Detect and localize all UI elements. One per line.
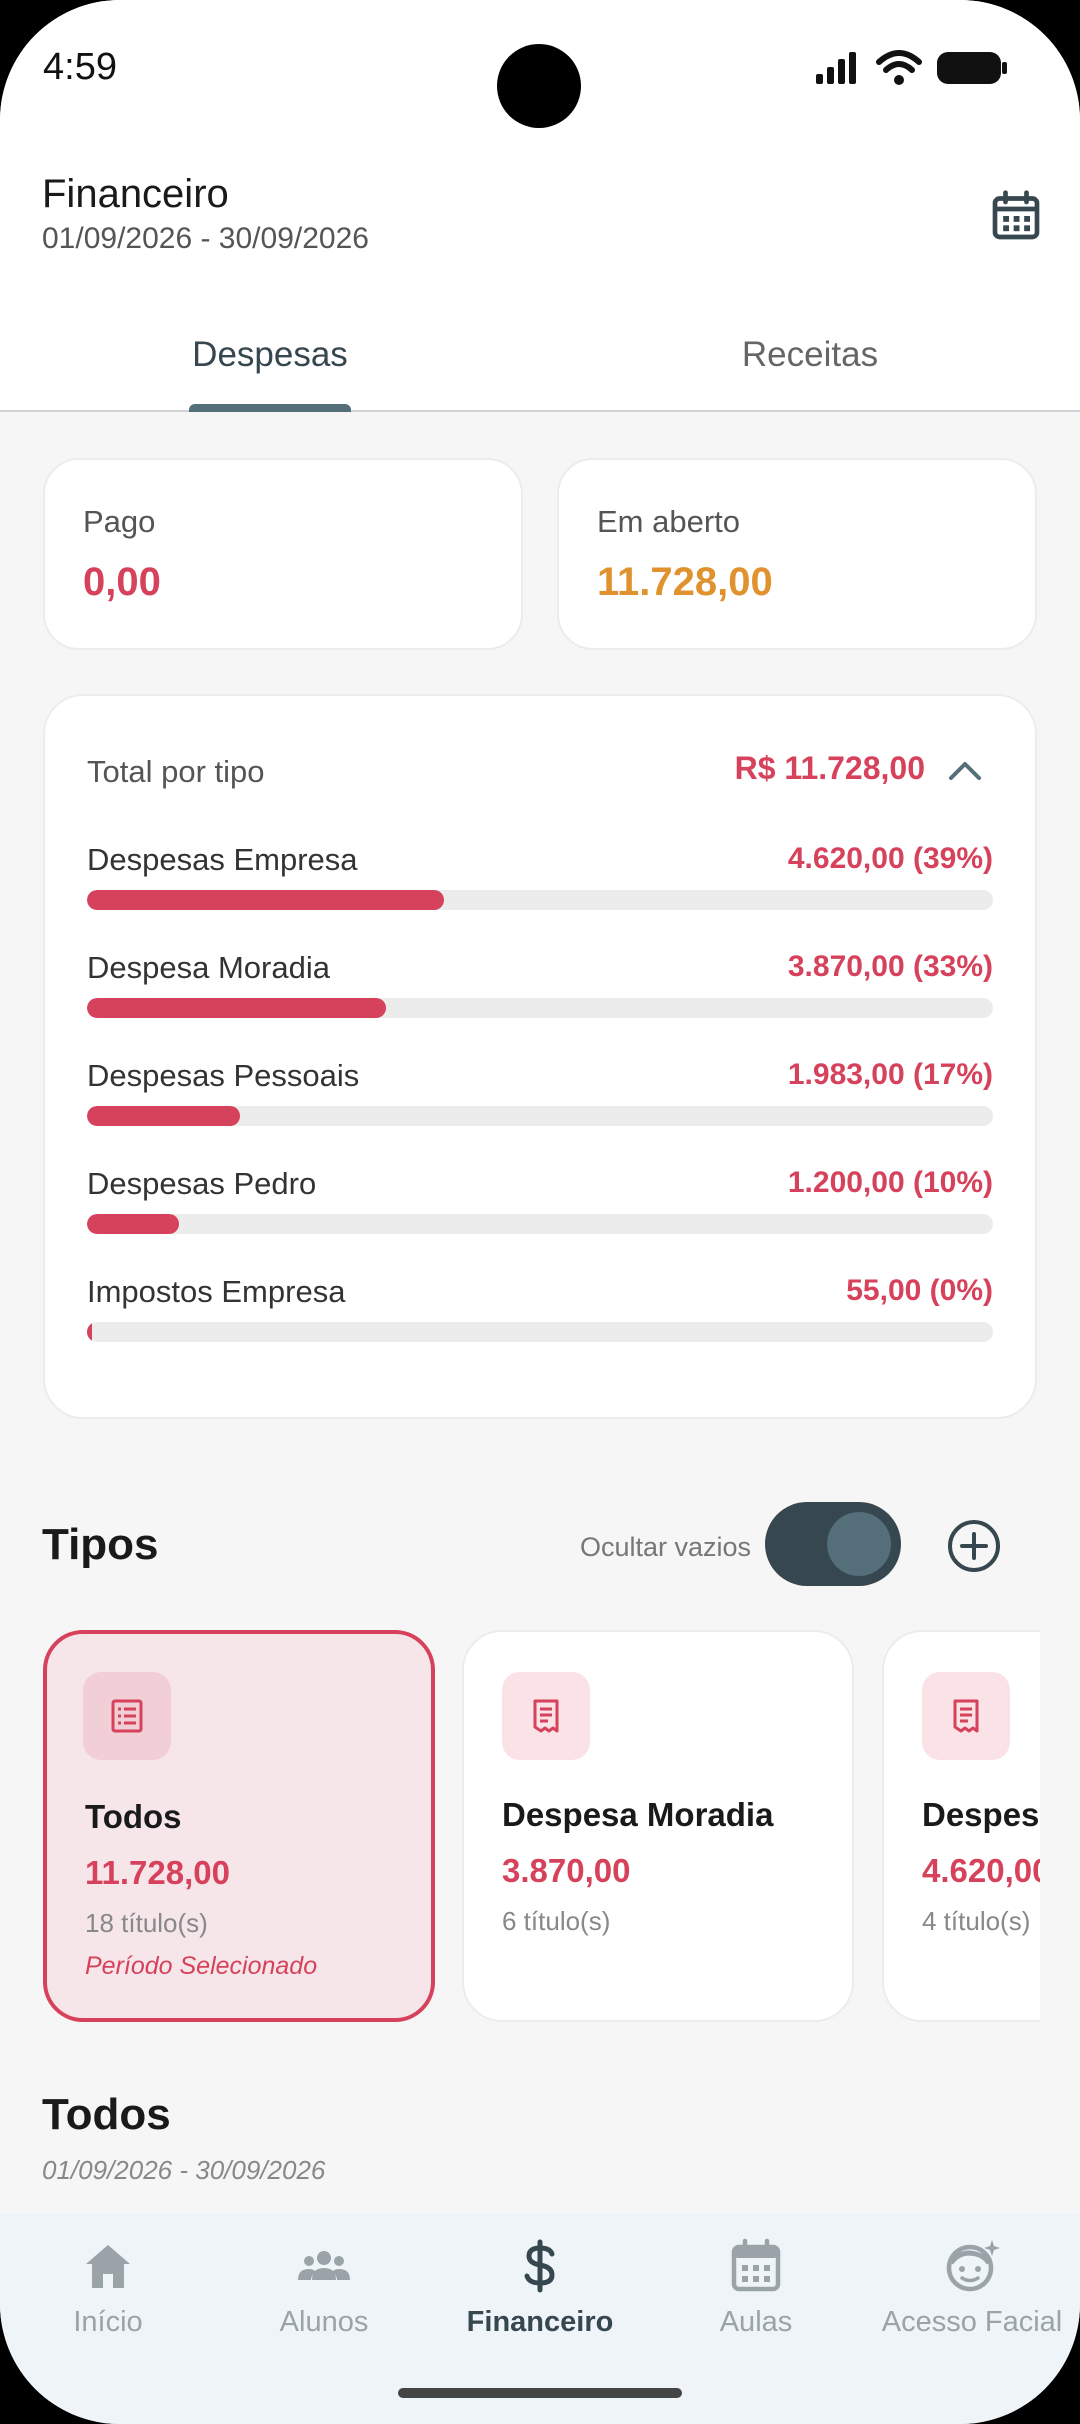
type-row-progress-track	[87, 1214, 993, 1234]
type-row-name: Despesa Moradia	[87, 950, 330, 985]
nav-item-aulas[interactable]: Aulas	[648, 2236, 864, 2356]
type-row-name: Despesas Pessoais	[87, 1058, 360, 1093]
type-row-progress-track	[87, 1322, 993, 1342]
paid-value: 0,00	[83, 560, 161, 604]
type-row-amount: 3.870,00 (33%)	[787, 950, 993, 983]
people-icon	[298, 2251, 350, 2280]
tipo-card-count: 6 título(s)	[502, 1906, 611, 1936]
status-bar: 4:59	[0, 0, 1080, 150]
tab-indicator	[189, 404, 351, 412]
home-icon	[86, 2245, 130, 2288]
tipo-card-name: Despesa Moradia	[502, 1796, 774, 1833]
nav-label: Acesso Facial	[881, 2306, 1063, 2338]
tipo-card-despesa-moradia[interactable]: Despesa Moradia 3.870,00 6 título(s)	[462, 1630, 854, 2022]
tipo-card-count: 4 título(s)	[922, 1906, 1031, 1936]
total-by-type-label: Total por tipo	[87, 754, 265, 789]
nav-label: Alunos	[279, 2306, 369, 2338]
paid-label: Pago	[83, 504, 156, 539]
type-row-progress-fill	[87, 1106, 240, 1126]
type-row: Despesas Pedro 1.200,00 (10%)	[87, 1166, 993, 1256]
todos-section-title: Todos	[42, 2090, 171, 2139]
type-row: Impostos Empresa 55,00 (0%)	[87, 1274, 993, 1364]
battery-icon	[937, 52, 1007, 84]
tipo-card-count: 18 título(s)	[85, 1908, 208, 1938]
type-row: Despesas Pessoais 1.983,00 (17%)	[87, 1058, 993, 1148]
nav-label: Financeiro	[466, 2306, 614, 2338]
type-row: Despesa Moradia 3.870,00 (33%)	[87, 950, 993, 1040]
type-row-amount: 1.200,00 (10%)	[787, 1166, 993, 1199]
tipo-card-todos[interactable]: Todos 11.728,00 18 título(s) Período Sel…	[43, 1630, 435, 2022]
type-row-amount: 55,00 (0%)	[846, 1274, 993, 1307]
type-row-name: Impostos Empresa	[87, 1274, 346, 1309]
nav-label: Início	[73, 2306, 143, 2338]
tipos-title: Tipos	[42, 1520, 159, 1569]
open-label: Em aberto	[597, 504, 741, 539]
nav-item-acesso-facial[interactable]: Acesso Facial	[864, 2236, 1080, 2356]
face-icon	[946, 2240, 1000, 2292]
calendar-icon[interactable]	[988, 188, 1044, 244]
tab-bar: Despesas Receitas	[0, 300, 1080, 412]
type-row-name: Despesas Empresa	[87, 842, 358, 877]
camera-cutout	[497, 44, 581, 128]
tab-despesas[interactable]: Despesas	[0, 300, 540, 412]
total-by-type-card: Total por tipo R$ 11.728,00 Despesas Emp…	[43, 694, 1037, 1419]
type-row-amount: 1.983,00 (17%)	[787, 1058, 993, 1091]
type-row-progress-fill	[87, 1214, 179, 1234]
type-row-amount: 4.620,00 (39%)	[787, 842, 993, 875]
type-row-progress-track	[87, 1106, 993, 1126]
page-title: Financeiro	[42, 172, 229, 216]
tipo-card-despesas-empresa[interactable]: Despesas Empresa 4.620,00 4 título(s)	[882, 1630, 1040, 2022]
type-row-progress-track	[87, 890, 993, 910]
paid-card: Pago 0,00	[43, 458, 523, 650]
tipo-card-value: 11.728,00	[85, 1854, 230, 1891]
tipo-card-value: 3.870,00	[502, 1852, 631, 1889]
todos-section-period: 01/09/2026 - 30/09/2026	[42, 2155, 326, 2185]
nav-item-inicio[interactable]: Início	[0, 2236, 216, 2356]
app-header: Financeiro 01/09/2026 - 30/09/2026 Despe…	[0, 150, 1080, 412]
nav-item-financeiro[interactable]: Financeiro	[432, 2236, 648, 2356]
wifi-icon	[876, 50, 922, 85]
type-row-name: Despesas Pedro	[87, 1166, 317, 1201]
toggle-knob	[827, 1512, 891, 1576]
total-by-type-value: R$ 11.728,00	[734, 750, 925, 786]
status-time: 4:59	[43, 46, 117, 88]
signal-icon	[816, 52, 856, 84]
tipo-card-name: Despesas Empresa	[922, 1796, 1040, 1833]
nav-item-alunos[interactable]: Alunos	[216, 2236, 432, 2356]
tab-despesas-label: Despesas	[192, 335, 348, 374]
open-card: Em aberto 11.728,00	[557, 458, 1037, 650]
dollar-icon	[524, 2239, 555, 2293]
phone-screen: 4:59 Financeiro 01/09/2026 - 30/09/2026	[0, 0, 1080, 2424]
tipo-card-period: Período Selecionado	[85, 1952, 318, 1980]
tipo-card-name: Todos	[85, 1798, 182, 1835]
type-row-progress-fill	[87, 998, 386, 1018]
hide-empty-toggle[interactable]	[765, 1502, 901, 1586]
nav-label: Aulas	[719, 2306, 793, 2338]
hide-empty-label: Ocultar vazios	[580, 1532, 752, 1562]
tipo-card-value: 4.620,00	[922, 1852, 1040, 1889]
home-indicator[interactable]	[398, 2388, 682, 2398]
type-row-progress-fill	[87, 1322, 92, 1342]
type-row-progress-fill	[87, 890, 444, 910]
tab-receitas-label: Receitas	[741, 335, 879, 374]
receipt-icon	[922, 1672, 1010, 1760]
chevron-up-icon[interactable]	[947, 756, 983, 782]
list-icon	[83, 1672, 171, 1760]
type-row-progress-track	[87, 998, 993, 1018]
open-value: 11.728,00	[597, 560, 773, 604]
add-circle-icon[interactable]	[946, 1518, 1002, 1574]
tipo-carousel[interactable]: Todos 11.728,00 18 título(s) Período Sel…	[0, 1626, 1040, 2026]
tab-receitas[interactable]: Receitas	[540, 300, 1080, 410]
calendar-icon	[731, 2238, 781, 2292]
receipt-icon	[502, 1672, 590, 1760]
status-icons	[814, 50, 1008, 86]
type-row: Despesas Empresa 4.620,00 (39%)	[87, 842, 993, 932]
period-range: 01/09/2026 - 30/09/2026	[42, 222, 369, 255]
